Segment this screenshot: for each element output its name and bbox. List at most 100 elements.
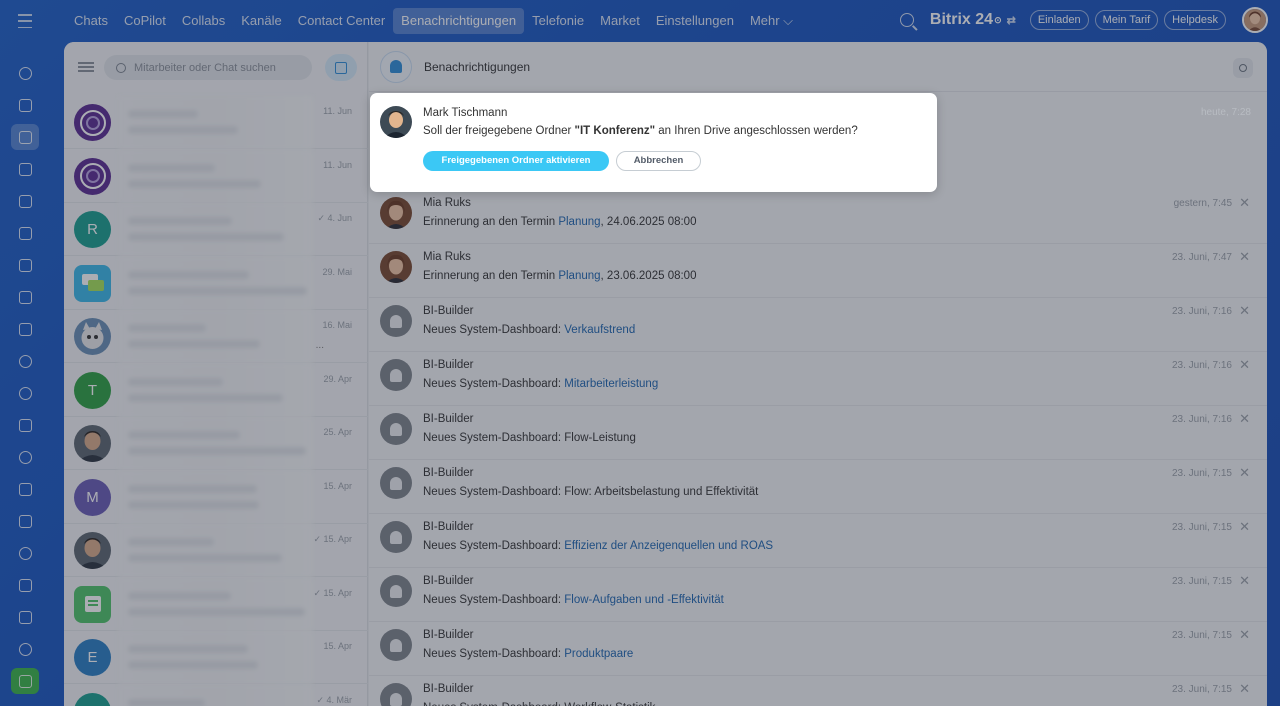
chat-list-item[interactable]: T 29. Apr [64, 363, 368, 417]
notification-item[interactable]: Mia Ruks Erinnerung an den Termin Planung… [369, 190, 1267, 244]
chat-search-input[interactable]: Mitarbeiter oder Chat suchen [104, 55, 312, 80]
notification-link[interactable]: Verkaufstrend [564, 324, 635, 336]
bell-icon [380, 521, 412, 553]
mail-icon[interactable] [11, 316, 39, 342]
nav-item[interactable]: Contact Center [290, 8, 393, 34]
nav-item[interactable]: Benachrichtigungen [393, 8, 525, 34]
nav-item[interactable]: CoPilot [116, 8, 174, 34]
notification-item[interactable]: BI-Builder Neues System-Dashboard: Effizi… [369, 514, 1267, 568]
helpdesk-button[interactable]: Helpdesk [1164, 10, 1226, 30]
notification-item[interactable]: Mia Ruks Erinnerung an den Termin Planung… [369, 244, 1267, 298]
feed-icon[interactable] [11, 92, 39, 118]
nav-item[interactable]: Kanäle [233, 8, 289, 34]
chat-list-item[interactable]: ✓ 15. Apr [64, 524, 368, 577]
analytics-icon[interactable] [11, 476, 39, 502]
invite-button[interactable]: Einladen [1029, 10, 1089, 30]
nav-item[interactable]: Collabs [174, 8, 233, 34]
notification-item[interactable]: BI-Builder Neues System-Dashboard: Workfl… [369, 676, 1267, 706]
close-icon[interactable]: ✕ [1239, 357, 1250, 373]
new-chat-button[interactable] [325, 54, 357, 81]
my-plan-button[interactable]: Mein Tarif [1094, 10, 1159, 30]
chat-icon[interactable] [11, 124, 39, 150]
goals-icon[interactable] [11, 444, 39, 470]
drive-icon[interactable] [11, 252, 39, 278]
highlighted-notification: Mark Tischmann Soll der freigegebene Ord… [370, 93, 937, 192]
calendar-icon[interactable] [11, 156, 39, 182]
close-icon[interactable]: ✕ [1239, 303, 1250, 319]
chat-list-item[interactable]: 11. Jun [64, 96, 368, 149]
chat-list-item[interactable]: ✓ 4. Mär [64, 684, 368, 706]
notification-link[interactable]: Mitarbeiterleistung [564, 378, 658, 390]
notification-author: BI-Builder [423, 629, 474, 641]
chat-avatar [74, 318, 111, 355]
chat-list-item[interactable]: ... 16. Mai [64, 310, 368, 363]
notification-link[interactable]: Effizienz der Anzeigenquellen und ROAS [564, 540, 773, 552]
close-icon[interactable]: ✕ [1239, 573, 1250, 589]
chat-list-item[interactable]: ✓ 15. Apr [64, 577, 368, 631]
notification-item[interactable]: BI-Builder Neues System-Dashboard: Flow: … [369, 460, 1267, 514]
user-avatar[interactable] [1242, 7, 1268, 33]
storage-icon[interactable] [11, 540, 39, 566]
notification-item[interactable]: BI-Builder Neues System-Dashboard: Flow-L… [369, 406, 1267, 460]
notification-link[interactable]: Planung [558, 270, 600, 282]
search-icon[interactable] [899, 13, 914, 27]
chat-preview-blurred [118, 256, 313, 310]
sites-icon[interactable] [11, 412, 39, 438]
close-icon[interactable]: ✕ [1239, 465, 1250, 481]
chat-list-item[interactable]: 25. Apr [64, 417, 368, 470]
settings-icon[interactable] [11, 636, 39, 662]
notification-link[interactable]: Planung [558, 216, 600, 228]
notification-item[interactable]: BI-Builder Neues System-Dashboard: Mitarb… [369, 352, 1267, 406]
documents-icon[interactable] [11, 188, 39, 214]
notification-author: Mia Ruks [423, 251, 471, 263]
inventory-icon[interactable] [11, 604, 39, 630]
employees-icon[interactable] [11, 348, 39, 374]
filter-icon[interactable] [78, 61, 94, 73]
close-icon[interactable]: ✕ [1239, 681, 1250, 697]
close-icon[interactable]: ✕ [1239, 519, 1250, 535]
shop-icon[interactable] [11, 508, 39, 534]
notification-link[interactable]: Flow-Aufgaben und -Effektivität [564, 594, 724, 606]
notification-text: Neues System-Dashboard: Flow-Leistung [423, 432, 636, 444]
activate-folder-button[interactable]: Freigegebenen Ordner aktivieren [423, 151, 609, 171]
tasks-icon[interactable] [11, 220, 39, 246]
nav-item[interactable]: Market [592, 8, 648, 34]
author-avatar [380, 106, 412, 138]
menu-icon[interactable] [15, 12, 35, 30]
author-avatar [380, 197, 412, 229]
notification-item[interactable]: BI-Builder Neues System-Dashboard: Produk… [369, 622, 1267, 676]
nav-item[interactable]: Einstellungen [648, 8, 742, 34]
chat-list-item[interactable]: 11. Jun [64, 149, 368, 203]
chat-date: ✓ 4. Jun [317, 213, 352, 223]
notification-author: BI-Builder [423, 575, 474, 587]
nav-item[interactable]: Mehr ⌵ [742, 8, 801, 34]
switch-icon[interactable]: ⇄ [1007, 14, 1016, 27]
chat-list-item[interactable]: R ✓ 4. Jun [64, 203, 368, 256]
crm-icon[interactable] [11, 284, 39, 310]
chat-date: ✓ 15. Apr [313, 534, 352, 544]
close-icon[interactable]: ✕ [1239, 195, 1250, 211]
notification-item[interactable]: BI-Builder Neues System-Dashboard: Flow-A… [369, 568, 1267, 622]
nav-item[interactable]: Telefonie [524, 8, 592, 34]
chat-list-item[interactable]: 29. Mai [64, 256, 368, 310]
chat-avatar [74, 104, 111, 141]
copilot-icon[interactable] [11, 572, 39, 598]
notification-link[interactable]: Produktpaare [564, 648, 633, 660]
notification-time: 23. Juni, 7:15 [1171, 576, 1232, 587]
notification-author: Mia Ruks [423, 197, 471, 209]
notification-item[interactable]: BI-Builder Neues System-Dashboard: Verkau… [369, 298, 1267, 352]
history-search-button[interactable] [1233, 58, 1253, 78]
notification-text: Neues System-Dashboard: Verkaufstrend [423, 324, 636, 336]
close-icon[interactable]: ✕ [1239, 627, 1250, 643]
close-icon[interactable]: ✕ [1239, 249, 1250, 265]
rocket-icon[interactable] [11, 668, 39, 694]
chat-date: 29. Mai [322, 266, 352, 277]
notification-text: Neues System-Dashboard: Workflow-Statist… [423, 702, 655, 706]
activity-icon[interactable] [11, 60, 39, 86]
chat-list-item[interactable]: E 15. Apr [64, 631, 368, 684]
close-icon[interactable]: ✕ [1239, 411, 1250, 427]
nav-item[interactable]: Chats [66, 8, 116, 34]
cancel-button[interactable]: Abbrechen [616, 151, 701, 171]
automation-icon[interactable] [11, 380, 39, 406]
chat-list-item[interactable]: M 15. Apr [64, 470, 368, 524]
